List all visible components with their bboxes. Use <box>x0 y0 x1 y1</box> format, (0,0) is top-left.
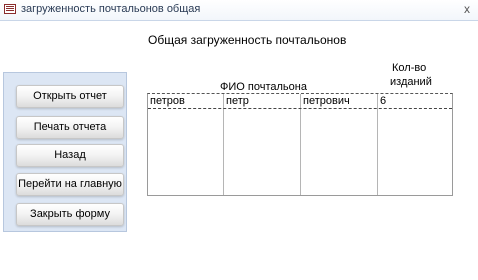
back-button[interactable]: Назад <box>16 144 124 167</box>
last-name-cell[interactable]: петров <box>150 95 185 108</box>
open-report-button[interactable]: Открыть отчет <box>16 85 124 108</box>
form-heading: Общая загруженность почтальонов <box>148 33 347 47</box>
first-name-cell[interactable]: петр <box>226 95 249 108</box>
print-report-button[interactable]: Печать отчета <box>16 116 124 139</box>
window-title: загруженность почтальонов общая <box>21 3 201 15</box>
close-icon[interactable]: x <box>464 2 470 16</box>
column-divider <box>300 94 301 195</box>
patronymic-cell[interactable]: петрович <box>303 95 350 108</box>
go-home-button[interactable]: Перейти на главную <box>16 173 124 196</box>
row-divider <box>148 108 452 109</box>
column-divider <box>377 94 378 195</box>
title-bar: загруженность почтальонов общая x <box>0 0 478 21</box>
editions-count-cell[interactable]: 6 <box>380 95 386 108</box>
button-panel: Открыть отчет Печать отчета Назад Перейт… <box>3 72 127 232</box>
close-form-button[interactable]: Закрыть форму <box>16 203 124 226</box>
form-icon <box>4 4 16 14</box>
count-column-header-line1: Кол-во <box>392 62 427 74</box>
fio-column-header: ФИО почтальона <box>220 81 307 93</box>
count-column-header-line2: изданий <box>390 76 432 88</box>
postmen-table: петров петр петрович 6 <box>147 93 453 196</box>
column-divider <box>223 94 224 195</box>
